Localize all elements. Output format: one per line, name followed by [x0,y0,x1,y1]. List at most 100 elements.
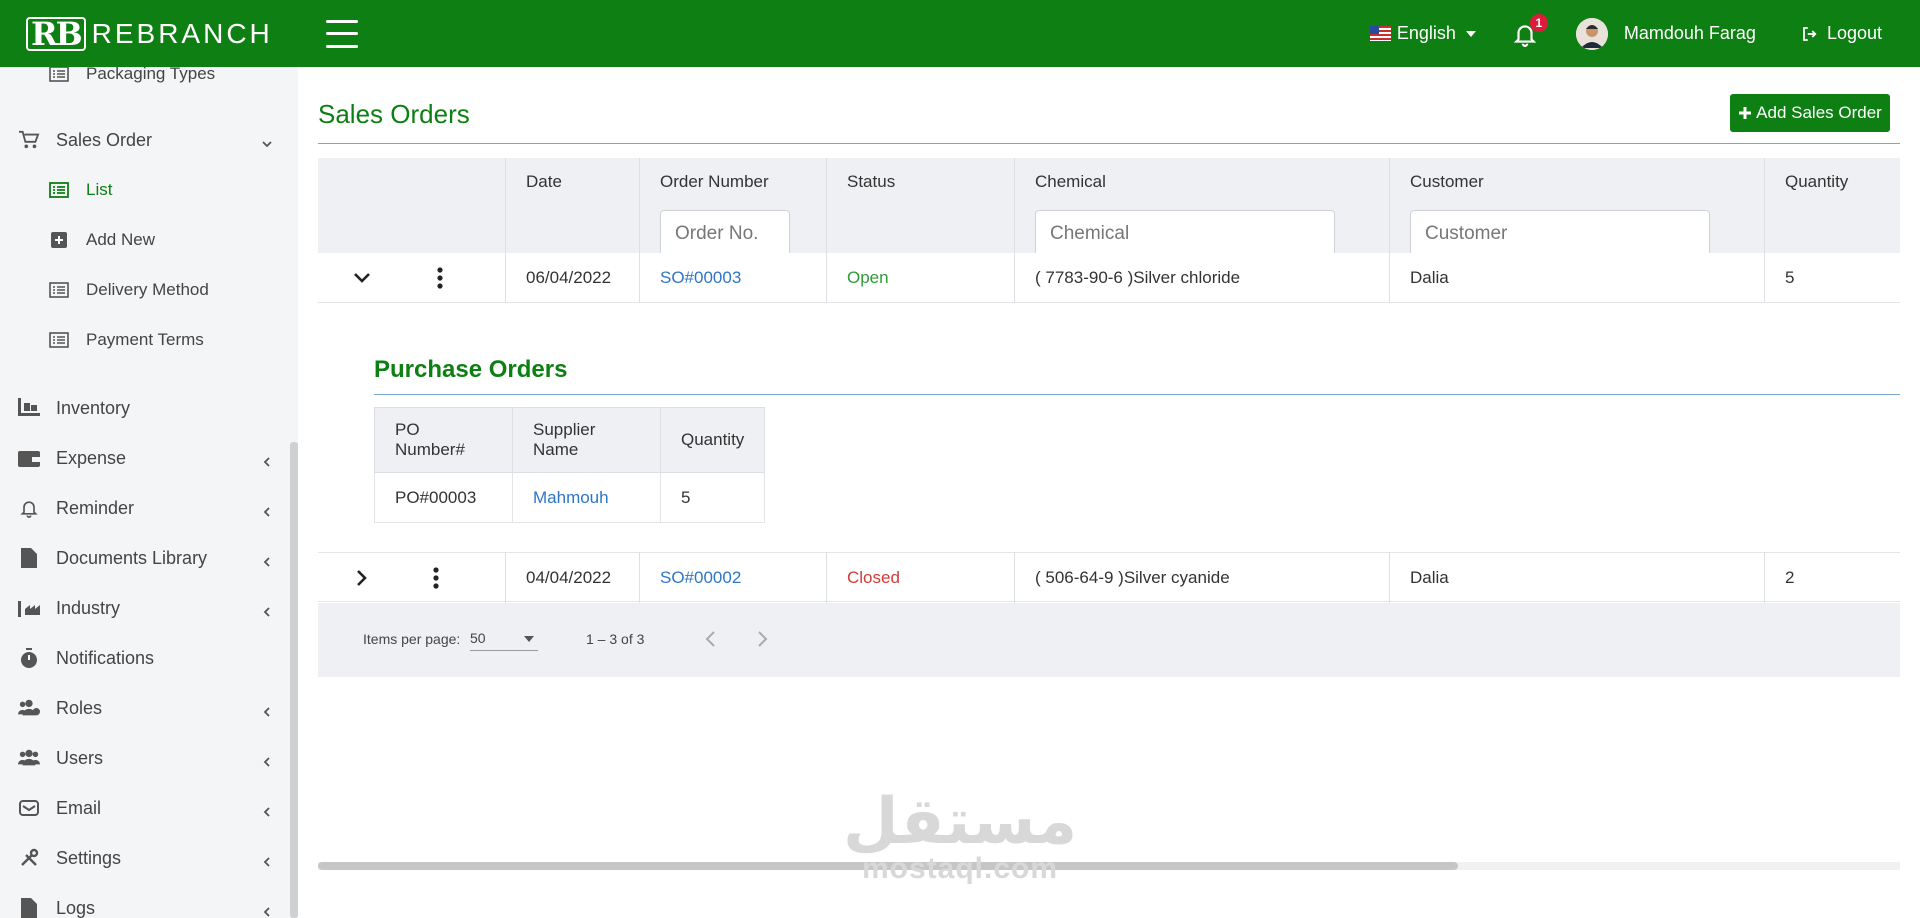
sidebar-item-label: Sales Order [56,129,153,150]
sidebar-item-packaging-types[interactable]: Packaging Types [48,67,215,85]
column-separator [639,253,640,303]
language-selector[interactable]: English [1369,23,1476,44]
wallet-icon [18,447,40,469]
column-header-quantity[interactable]: Quantity [1785,172,1848,192]
table-row[interactable]: 04/04/2022 SO#00002 Closed ( 506-64-9 )S… [318,552,1900,602]
chemical-filter-input[interactable] [1035,210,1335,258]
sidebar-item-logs[interactable]: Logs [18,897,95,918]
column-separator [505,253,506,303]
chevron-left-icon [263,707,270,717]
file-icon [18,897,40,918]
sidebar-item-label: Logs [56,897,96,918]
sidebar-item-add-new[interactable]: Add New [48,229,155,251]
po-number: PO#00003 [374,472,513,523]
column-separator [1014,552,1015,603]
column-header-date[interactable]: Date [526,172,562,192]
sidebar-item-users[interactable]: Users [18,747,103,769]
notification-count-badge: 1 [1529,13,1548,32]
purchase-orders-title: Purchase Orders [374,356,568,383]
column-header-customer[interactable]: Customer [1410,172,1484,192]
language-label: English [1396,23,1456,43]
column-header-order-number[interactable]: Order Number [660,172,769,192]
sidebar-item-label: List [86,180,113,199]
menu-toggle-button[interactable] [326,19,358,48]
horizontal-scrollbar[interactable] [318,862,1900,870]
sidebar-item-documents-library[interactable]: Documents Library [18,547,207,569]
sidebar-item-label: Notifications [56,647,155,668]
table-header-row: Date Order Number Status Chemical Custom… [318,158,1900,205]
add-sales-order-button[interactable]: Add Sales Order [1730,94,1890,132]
title-divider [318,143,1900,144]
logout-button[interactable]: Logout [1801,23,1882,44]
list-icon [48,179,70,201]
column-header-chemical[interactable]: Chemical [1035,172,1106,192]
chevron-right-icon[interactable] [355,569,369,587]
sidebar-item-industry[interactable]: Industry [18,597,120,619]
more-vertical-icon[interactable] [433,567,439,589]
industry-icon [18,597,40,619]
page-size-value: 50 [470,630,486,646]
sidebar-scrollbar[interactable] [290,442,298,918]
plus-square-icon [48,229,70,251]
sidebar-item-sales-order[interactable]: Sales Order [18,129,152,151]
brand-name: REBRANCH [91,17,273,49]
sidebar-item-label: Settings [56,847,122,868]
chevron-left-icon [263,507,270,517]
sidebar: Packaging Types Sales Order List Add New… [0,67,298,918]
order-number-link[interactable]: SO#00003 [660,268,741,288]
users-icon [18,747,40,769]
po-column-header: Quantity [659,407,766,473]
pallet-icon [18,397,40,419]
sidebar-item-label: Industry [56,597,121,618]
brand-logo[interactable]: RB REBRANCH [26,16,296,51]
chevron-left-icon [263,457,270,467]
sidebar-item-label: Email [56,797,102,818]
sidebar-item-label: Expense [56,447,127,468]
tools-icon [18,847,40,869]
sidebar-item-label: Add New [86,230,155,249]
previous-page-icon[interactable] [704,630,718,648]
notifications-button[interactable]: 1 [1512,13,1548,47]
main-content: Sales Orders Add Sales Order Date Order … [298,67,1920,918]
mail-icon [18,797,40,819]
column-separator [1014,158,1015,253]
supplier-name-link[interactable]: Mahmouh [512,472,661,523]
customer-filter-input[interactable] [1410,210,1710,258]
sidebar-item-expense[interactable]: Expense [18,447,126,469]
page-size-select[interactable]: 50 [470,630,538,651]
sidebar-item-roles[interactable]: Roles [18,697,102,719]
list-icon [48,279,70,301]
items-per-page-label: Items per page: [363,631,461,647]
sidebar-item-payment-terms[interactable]: Payment Terms [48,329,204,351]
add-sales-order-label: Add Sales Order [1756,103,1882,122]
sidebar-item-email[interactable]: Email [18,797,101,819]
sidebar-item-reminder[interactable]: Reminder [18,497,134,519]
chevron-down-icon[interactable] [353,271,371,285]
sidebar-item-delivery-method[interactable]: Delivery Method [48,279,209,301]
filter-row [318,205,1900,258]
chevron-left-icon [263,607,270,617]
order-number-filter-input[interactable] [660,210,790,258]
page-title: Sales Orders [318,99,470,129]
table-row[interactable]: 06/04/2022 SO#00003 Open ( 7783-90-6 )Si… [318,253,1900,303]
user-menu[interactable]: Mamdouh Farag [1575,17,1756,50]
sidebar-item-inventory[interactable]: Inventory [18,397,130,419]
order-date: 06/04/2022 [526,268,612,287]
more-vertical-icon[interactable] [437,267,443,289]
column-separator [639,552,640,603]
order-date: 04/04/2022 [526,568,612,587]
column-separator [1764,158,1765,253]
column-separator [1389,158,1390,253]
order-number-link[interactable]: SO#00002 [660,568,741,588]
sidebar-item-list[interactable]: List [48,179,112,201]
sidebar-item-settings[interactable]: Settings [18,847,121,869]
list-icon [48,67,70,85]
next-page-icon[interactable] [755,630,769,648]
sidebar-item-label: Roles [56,697,103,718]
column-separator [505,552,506,603]
chemical-name: ( 7783-90-6 )Silver chloride [1035,268,1241,287]
chevron-left-icon [263,557,270,567]
column-header-status[interactable]: Status [847,172,895,192]
caret-down-icon [524,636,534,642]
sidebar-item-notifications[interactable]: Notifications [18,647,154,669]
